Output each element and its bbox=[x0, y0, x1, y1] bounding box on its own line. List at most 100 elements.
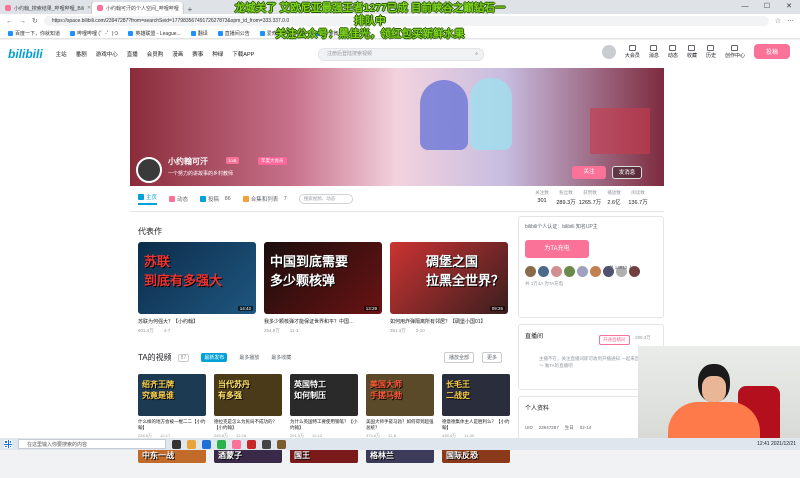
sort-most-played[interactable]: 最多播放 bbox=[239, 354, 259, 361]
browser-tab-space[interactable]: 小约翰可汗的个人空间_哔哩哔哩 ✕ bbox=[92, 2, 184, 14]
nav-green[interactable]: 种绿 bbox=[212, 50, 223, 58]
upload-button[interactable]: 投稿 bbox=[753, 44, 790, 59]
video-thumbnail[interactable]: 美国大师 手搓马勃 bbox=[366, 374, 434, 416]
video-title[interactable]: 如何用炸弹隔离所有邻居？【碉堡小国01】 bbox=[390, 318, 508, 325]
nav-game[interactable]: 游戏中心 bbox=[96, 50, 118, 58]
video-title[interactable]: 我多少颗核弹才能保证世界和平？中国… bbox=[264, 318, 382, 325]
rep-video-card[interactable]: 苏联 到底有多强大 14:42 苏联为何强大？【小约翰】 601.4万 4-7 bbox=[138, 242, 256, 334]
forward-icon[interactable]: → bbox=[19, 18, 26, 25]
history-link[interactable]: 历史 bbox=[706, 44, 716, 59]
site-search-input[interactable]: 注册后登陆搜索视频 ⌕ bbox=[318, 48, 484, 61]
sort-most-favorited[interactable]: 最多收藏 bbox=[271, 354, 291, 361]
more-button[interactable]: 更多 bbox=[482, 352, 503, 363]
fan-avatar[interactable] bbox=[551, 266, 562, 277]
task-view-icon[interactable] bbox=[172, 439, 181, 449]
thumbnail-caption: 长毛王 二战史 bbox=[446, 380, 470, 400]
video-card[interactable]: 英国特工 如何制压 为什么英国特工要使用钢笔？【小约翰】 291.3万 12-12 bbox=[290, 374, 358, 439]
bilibili-favicon bbox=[97, 5, 103, 11]
obs-icon[interactable] bbox=[262, 439, 271, 449]
video-thumbnail[interactable]: 中国到底需要 多少颗核弹 13:29 bbox=[264, 242, 382, 314]
videos-title: TA的视频 bbox=[138, 353, 172, 362]
download-app-link[interactable]: 下载APP bbox=[232, 50, 254, 58]
video-thumbnail[interactable]: 绍齐王牌 究竟是谁 bbox=[138, 374, 206, 416]
nav-match[interactable]: 赛事 bbox=[192, 50, 203, 58]
game-client-icon[interactable] bbox=[277, 439, 286, 449]
nav-manga[interactable]: 漫画 bbox=[172, 50, 183, 58]
minimize-icon[interactable]: — bbox=[734, 0, 756, 14]
search-icon[interactable]: ⌕ bbox=[475, 49, 478, 60]
video-thumbnail[interactable]: 碉堡之国 拉黑全世界？ 09:26 bbox=[390, 242, 508, 314]
space-search-input[interactable]: 搜索视频、动态 bbox=[298, 193, 353, 204]
tab-videos[interactable]: 投稿 86 bbox=[200, 195, 231, 203]
file-explorer-icon[interactable] bbox=[187, 439, 196, 449]
fan-avatar[interactable] bbox=[577, 266, 588, 277]
message-button[interactable]: 发消息 bbox=[612, 166, 642, 179]
profile-avatar[interactable] bbox=[136, 157, 162, 183]
bookmark-item[interactable]: 翻译 bbox=[190, 30, 208, 37]
taskbar-search-input[interactable]: 在这里输入你要搜索的内容 bbox=[18, 439, 166, 449]
messages-link[interactable]: 消息 bbox=[649, 44, 659, 59]
creator-center-link[interactable]: 创作中心 bbox=[725, 44, 745, 59]
nav-live[interactable]: 直播 bbox=[127, 50, 138, 58]
back-icon[interactable]: ← bbox=[6, 18, 13, 25]
dynamic-icon bbox=[169, 195, 176, 202]
nav-shop[interactable]: 会员购 bbox=[147, 50, 164, 58]
refresh-icon[interactable]: ↻ bbox=[32, 17, 38, 25]
edge-browser-icon[interactable] bbox=[202, 439, 211, 449]
fan-avatar[interactable] bbox=[525, 266, 536, 277]
vip-link[interactable]: 大会员 bbox=[625, 44, 640, 59]
user-avatar[interactable] bbox=[601, 44, 616, 59]
windows-start-icon[interactable] bbox=[4, 440, 12, 448]
play-all-button[interactable]: 播放全部 bbox=[444, 352, 475, 363]
wechat-icon[interactable] bbox=[217, 439, 226, 449]
new-tab-button[interactable]: + bbox=[184, 5, 196, 14]
nav-anime[interactable]: 番剧 bbox=[76, 50, 87, 58]
menu-icon[interactable]: ⋯ bbox=[787, 17, 794, 25]
stat-fans[interactable]: 粉丝数 289.3万 bbox=[554, 190, 578, 206]
tab-dynamic[interactable]: 动态 bbox=[169, 195, 188, 203]
bookmark-item[interactable]: 英雄联盟 - League... bbox=[128, 30, 181, 37]
close-tab-icon[interactable]: ✕ bbox=[87, 5, 91, 11]
bilibili-logo[interactable]: bilibili bbox=[8, 47, 43, 61]
video-title[interactable]: 美国大师手搓马勃？如何得到超强总统？ bbox=[366, 419, 434, 431]
follow-button[interactable]: 关注 bbox=[572, 166, 606, 179]
video-title[interactable]: 德拉克是怎么为民局不成功的？【小约翰】 bbox=[214, 419, 282, 431]
video-thumbnail[interactable]: 长毛王 二战史 bbox=[442, 374, 510, 416]
charge-button[interactable]: 为TA充电 bbox=[525, 240, 589, 258]
tab-collections[interactable]: 合集和列表 7 bbox=[242, 195, 287, 203]
close-window-icon[interactable]: ✕ bbox=[778, 0, 800, 14]
video-title[interactable]: 为什么英国特工要使用钢笔？【小约翰】 bbox=[290, 419, 358, 431]
sort-latest[interactable]: 最新发布 bbox=[201, 353, 228, 362]
favorites-icon[interactable]: ☆ bbox=[775, 17, 781, 25]
video-card[interactable]: 绍齐王牌 究竟是谁 什么样的地方会被一棍二二【小约翰】 228.6万 12-17 bbox=[138, 374, 206, 439]
windows-taskbar: 在这里输入你要搜索的内容 12:41 2021/12/21 bbox=[0, 438, 800, 450]
video-title[interactable]: 什么样的地方会被一棍二二【小约翰】 bbox=[138, 419, 206, 431]
rep-video-card[interactable]: 碉堡之国 拉黑全世界？ 09:26 如何用炸弹隔离所有邻居？【碉堡小国01】 3… bbox=[390, 242, 508, 334]
bilibili-app-icon[interactable] bbox=[232, 439, 241, 449]
video-card[interactable]: 美国大师 手搓马勃 美国大师手搓马勃？如何得到超强总统？ 374.6万 12-8 bbox=[366, 374, 434, 439]
video-title[interactable]: 苏联为何强大？【小约翰】 bbox=[138, 318, 256, 325]
maximize-icon[interactable]: ☐ bbox=[756, 0, 778, 14]
video-icon bbox=[200, 195, 207, 202]
netease-music-icon[interactable] bbox=[247, 439, 256, 449]
dynamic-link[interactable]: 动态 bbox=[668, 44, 678, 59]
video-card[interactable]: 长毛王 二战史 德意德集体主人是胜利么？【小约翰】 435.4万 11-30 bbox=[442, 374, 510, 439]
video-title[interactable]: 德意德集体主人是胜利么？【小约翰】 bbox=[442, 419, 510, 431]
video-card[interactable]: 当代苏丹 有多强 德拉克是怎么为民局不成功的？【小约翰】 245.8万 12-16 bbox=[214, 374, 282, 439]
fan-avatar[interactable] bbox=[590, 266, 601, 277]
video-thumbnail[interactable]: 当代苏丹 有多强 bbox=[214, 374, 282, 416]
tab-home[interactable]: 主页 bbox=[138, 193, 158, 205]
nav-main[interactable]: 主站 bbox=[56, 50, 67, 58]
thumbnail-caption: 碉堡之国 拉黑全世界？ bbox=[426, 254, 505, 288]
rep-video-card[interactable]: 中国到底需要 多少颗核弹 13:29 我多少颗核弹才能保证世界和平？中国… 25… bbox=[264, 242, 382, 334]
open-live-button[interactable]: 开通直播间 bbox=[599, 335, 630, 345]
video-thumbnail[interactable]: 英国特工 如何制压 bbox=[290, 374, 358, 416]
favorites-link[interactable]: 收藏 bbox=[687, 44, 697, 59]
video-thumbnail[interactable]: 苏联 到底有多强大 14:42 bbox=[138, 242, 256, 314]
fan-avatar[interactable] bbox=[564, 266, 575, 277]
stat-following[interactable]: 关注数 301 bbox=[530, 190, 554, 206]
fan-avatar[interactable] bbox=[538, 266, 549, 277]
bookmark-item[interactable]: 哔哩哔哩 (゜-゜)つ bbox=[70, 30, 118, 37]
browser-tab-search[interactable]: 小约翰_搜索结果_哔哩哔哩_Bili ✕ bbox=[0, 2, 92, 14]
bookmark-item[interactable]: 百度一下，你就知道 bbox=[8, 30, 60, 37]
